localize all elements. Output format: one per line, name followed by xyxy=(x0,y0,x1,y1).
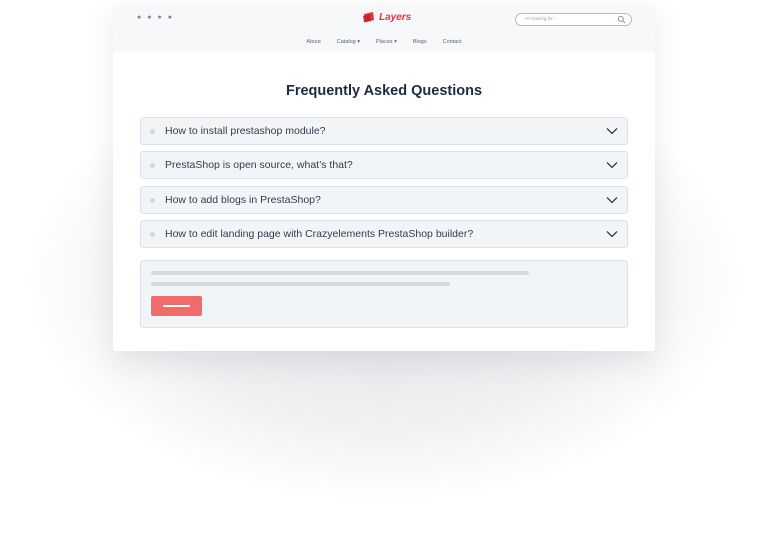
bullet-icon xyxy=(150,129,155,134)
chevron-down-icon[interactable] xyxy=(606,196,618,204)
button-label-placeholder xyxy=(163,305,190,307)
faq-question: How to install prestashop module? xyxy=(165,125,326,137)
search-icon[interactable] xyxy=(617,15,626,24)
facebook-icon[interactable]: ● xyxy=(147,14,151,22)
header-bar: ● ● ● ● Layers I'm looking for... About … xyxy=(113,5,655,52)
chevron-down-icon[interactable] xyxy=(606,127,618,135)
social-links: ● ● ● ● xyxy=(137,14,172,22)
placeholder-line xyxy=(151,282,450,286)
bullet-icon xyxy=(150,163,155,168)
placeholder-line xyxy=(151,271,529,275)
faq-item[interactable]: How to install prestashop module? xyxy=(140,117,628,145)
chevron-down-icon[interactable] xyxy=(606,161,618,169)
faq-item[interactable]: How to edit landing page with Crazyeleme… xyxy=(140,220,628,248)
contact-card xyxy=(140,260,628,328)
nav-about[interactable]: About xyxy=(306,39,320,45)
main-nav: About Catalog ▾ Places ▾ Blogs Contact xyxy=(113,39,655,45)
page-frame: ● ● ● ● Layers I'm looking for... About … xyxy=(113,5,655,351)
chevron-down-icon: ▾ xyxy=(394,39,397,45)
logo-text: Layers xyxy=(379,11,412,23)
cta-button[interactable] xyxy=(151,296,202,316)
faq-item[interactable]: PrestaShop is open source, what’s that? xyxy=(140,151,628,179)
chevron-down-icon[interactable] xyxy=(606,230,618,238)
faq-item[interactable]: How to add blogs in PrestaShop? xyxy=(140,186,628,214)
nav-catalog[interactable]: Catalog ▾ xyxy=(337,39,360,45)
faq-question: PrestaShop is open source, what’s that? xyxy=(165,159,353,171)
logo-icon xyxy=(363,12,374,23)
nav-places[interactable]: Places ▾ xyxy=(376,39,397,45)
instagram-icon[interactable]: ● xyxy=(157,14,161,22)
nav-blogs[interactable]: Blogs xyxy=(413,39,427,45)
faq-question: How to edit landing page with Crazyeleme… xyxy=(165,228,474,240)
bullet-icon xyxy=(150,232,155,237)
search-placeholder: I'm looking for... xyxy=(525,16,557,21)
nav-contact[interactable]: Contact xyxy=(443,39,462,45)
faq-title: Frequently Asked Questions xyxy=(285,83,483,99)
bullet-icon xyxy=(150,198,155,203)
youtube-icon[interactable]: ● xyxy=(168,14,172,22)
faq-question: How to add blogs in PrestaShop? xyxy=(165,194,321,206)
site-logo[interactable]: Layers xyxy=(362,11,411,23)
search-field[interactable]: I'm looking for... xyxy=(515,13,632,26)
chevron-down-icon: ▾ xyxy=(357,39,361,45)
twitter-icon[interactable]: ● xyxy=(137,14,141,22)
